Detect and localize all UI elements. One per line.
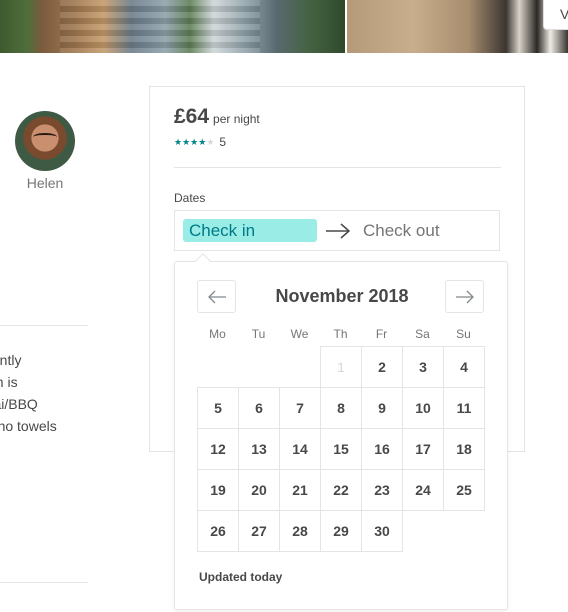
weekday-label: Tu [251,327,266,341]
weekday-label: Su [456,327,471,341]
calendar-day[interactable]: 5 [197,387,239,429]
calendar-day[interactable]: 13 [238,428,280,470]
calendar-day[interactable]: 25 [443,469,485,511]
rating-stars: ★ ★ ★ ★ ★ [174,136,214,148]
weekday-label: Fr [375,327,388,341]
weekday-label: We [290,327,309,341]
calendar-day[interactable]: 19 [197,469,239,511]
dates-label: Dates [174,191,206,205]
calendar-day[interactable]: 29 [320,510,362,552]
view-photos-button[interactable]: V [543,0,568,30]
listing-photo-strip[interactable] [0,0,568,53]
calendar-day[interactable]: 28 [279,510,321,552]
description-line: raai/BBQ [0,396,38,412]
date-picker-calendar: November 2018 Mo Tu We Th Fr Sa Su 12345… [174,261,508,610]
star-filled-icon: ★ [182,137,191,147]
calendar-day[interactable]: 14 [279,428,321,470]
calendar-day[interactable]: 9 [361,387,403,429]
nightly-price: £64 [174,105,210,128]
star-empty-icon: ★ [206,137,215,147]
date-range-input[interactable]: Check in Check out [174,210,500,251]
review-count: 5 [219,135,227,149]
description-line: ach is [0,374,18,390]
calendar-updated-note: Updated today [199,570,283,584]
next-month-button[interactable] [445,280,484,313]
calendar-day[interactable]: 10 [402,387,444,429]
calendar-day[interactable]: 4 [443,346,485,388]
calendar-day[interactable]: 6 [238,387,280,429]
calendar-day[interactable]: 7 [279,387,321,429]
calendar-day[interactable]: 2 [361,346,403,388]
card-divider [174,167,501,168]
calendar-day[interactable]: 16 [361,428,403,470]
calendar-day[interactable]: 8 [320,387,362,429]
calendar-caret [193,252,213,262]
listing-description: niently ach is raai/BBQ 8, no towels [0,349,100,437]
section-divider [0,325,88,326]
description-line: niently [0,352,22,368]
star-filled-icon: ★ [174,137,183,147]
calendar-day[interactable]: 17 [402,428,444,470]
calendar-day[interactable]: 12 [197,428,239,470]
rating-row[interactable]: ★ ★ ★ ★ ★ 5 [174,135,226,149]
listing-photo-1[interactable] [0,0,345,53]
calendar-day[interactable]: 21 [279,469,321,511]
host-avatar[interactable] [15,111,75,171]
host-name[interactable]: Helen [0,175,90,191]
section-divider [0,582,88,583]
weekday-label: Mo [209,327,226,341]
weekday-header: Mo Tu We Th Fr Sa Su [197,327,484,341]
calendar-day[interactable]: 30 [361,510,403,552]
calendar-day[interactable]: 24 [402,469,444,511]
calendar-day[interactable]: 11 [443,387,485,429]
calendar-day[interactable]: 23 [361,469,403,511]
check-out-input[interactable]: Check out [363,220,440,242]
calendar-day[interactable]: 3 [402,346,444,388]
listing-photo-2[interactable] [347,0,568,53]
calendar-day[interactable]: 20 [238,469,280,511]
calendar-day[interactable]: 27 [238,510,280,552]
calendar-day: 1 [320,346,362,388]
per-night-label: per night [213,112,260,126]
star-filled-icon: ★ [190,137,199,147]
arrow-right-icon [326,223,351,239]
weekday-label: Sa [415,327,430,341]
weekday-label: Th [333,327,348,341]
calendar-day[interactable]: 18 [443,428,485,470]
calendar-day[interactable]: 26 [197,510,239,552]
check-in-input[interactable]: Check in [183,219,317,242]
price-row: £64 per night [174,105,260,129]
calendar-day[interactable]: 15 [320,428,362,470]
arrow-right-icon [456,290,474,304]
description-line: 8, no towels [0,418,57,434]
calendar-day[interactable]: 22 [320,469,362,511]
star-filled-icon: ★ [198,137,207,147]
